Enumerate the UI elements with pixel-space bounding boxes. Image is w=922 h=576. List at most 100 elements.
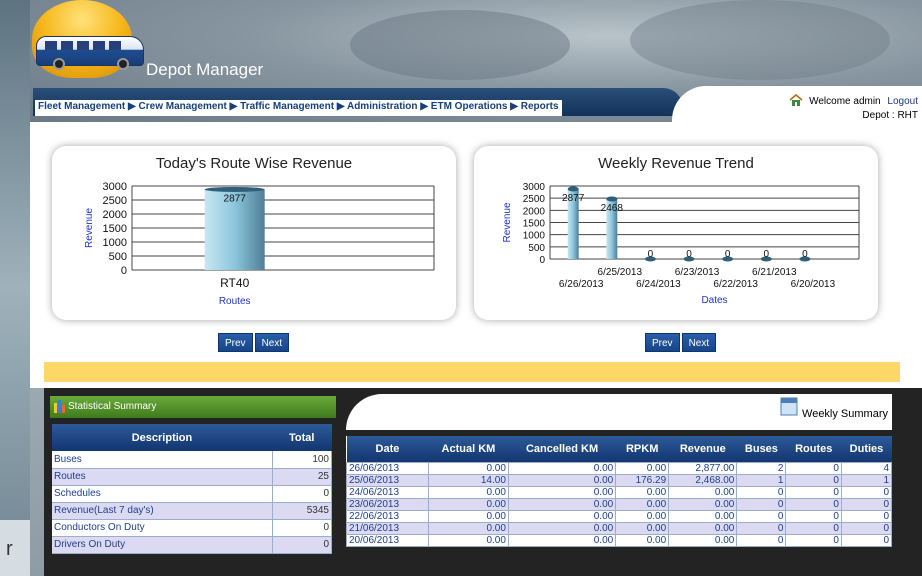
- nav-separator-icon: ▶: [510, 101, 518, 112]
- cell-date: 22/06/2013: [346, 509, 429, 523]
- bus-logo-icon: [36, 36, 144, 70]
- cell-routes: 0: [785, 521, 842, 535]
- prev-button[interactable]: Prev: [218, 333, 253, 352]
- data-label: 0: [802, 249, 808, 260]
- cell-routes: 0: [785, 461, 842, 475]
- spacer: [900, 362, 922, 382]
- nav-crew-management[interactable]: Crew Management: [139, 101, 227, 112]
- cell-date: 20/06/2013: [346, 533, 429, 547]
- highlight-bar: [44, 362, 900, 382]
- cell-rpkm: 0.00: [615, 497, 670, 511]
- table-row: Revenue(Last 7 day's) 5345: [52, 502, 332, 520]
- next-button[interactable]: Next: [254, 333, 290, 352]
- cell-routes: 0: [785, 509, 842, 523]
- chart-bar-cap: [204, 186, 265, 192]
- nav-separator-icon: ▶: [336, 101, 345, 112]
- y-tick-label: 0: [539, 255, 545, 266]
- column-header-actual-km: Actual KM: [428, 436, 509, 462]
- cell-cancelled-km: 0.00: [507, 485, 617, 499]
- weekly-summary-tab[interactable]: Weekly Summary: [346, 394, 892, 430]
- cell-cancelled-km: 0.00: [507, 497, 617, 511]
- y-tick-label: 1500: [523, 219, 546, 230]
- cell-routes: 0: [785, 497, 842, 511]
- cell-actual-km: 0.00: [427, 461, 509, 475]
- statistical-summary-table: Description Total Buses 100 Routes 25 Schedu…: [52, 424, 332, 554]
- row-description: Routes: [52, 468, 273, 486]
- x-tick-label: 6/26/2013: [559, 279, 604, 290]
- y-tick-label: 3000: [103, 181, 127, 193]
- main-nav: Fleet Management ▶ Crew Management ▶ Tra…: [35, 100, 562, 116]
- x-tick-label: 6/22/2013: [713, 279, 758, 290]
- next-button[interactable]: Next: [681, 333, 717, 352]
- column-header-buses: Buses: [736, 436, 786, 462]
- chart-title: Today's Route Wise Revenue: [156, 155, 352, 172]
- column-header-duties: Duties: [841, 436, 892, 462]
- home-icon[interactable]: [789, 94, 803, 106]
- weekly-trend-chart-card: Weekly Revenue Trend 0 500 1000 1500 2000 2500…: [474, 146, 878, 320]
- y-tick-label: 2000: [103, 209, 127, 221]
- weekly-summary-panel: Weekly Summary Date Actual KM Cancelled KM…: [340, 388, 922, 576]
- side-tab[interactable]: r: [0, 520, 30, 576]
- row-description: Buses: [52, 451, 273, 469]
- side-tab-glyph: r: [6, 538, 13, 560]
- nav-administration[interactable]: Administration: [347, 101, 418, 112]
- table-row: Conductors On Duty 0: [52, 519, 332, 537]
- x-axis-label: Dates: [701, 295, 727, 306]
- x-axis-label: Routes: [219, 296, 251, 307]
- y-tick-label: 2500: [523, 194, 546, 205]
- row-total: 0: [272, 485, 332, 503]
- cell-actual-km: 0.00: [427, 521, 509, 535]
- chart-bar-cap: [567, 186, 579, 192]
- cell-revenue: 0.00: [668, 533, 738, 547]
- cell-duties: 0: [840, 521, 893, 535]
- row-total: 0: [272, 536, 332, 554]
- cell-date: 26/06/2013: [346, 461, 429, 475]
- weekly-summary-table: Date Actual KM Cancelled KM RPKM Revenue Buse…: [346, 436, 893, 547]
- data-label: 2877: [224, 193, 247, 204]
- cell-rpkm: 0.00: [615, 461, 670, 475]
- cell-routes: 0: [785, 473, 842, 487]
- y-tick-label: 500: [528, 243, 545, 254]
- row-total: 100: [272, 451, 332, 469]
- x-tick-label: 6/23/2013: [675, 267, 720, 278]
- column-header-rpkm: RPKM: [615, 436, 669, 462]
- cell-rpkm: 0.00: [615, 485, 670, 499]
- cell-cancelled-km: 0.00: [507, 533, 617, 547]
- logout-link[interactable]: Logout: [887, 96, 918, 107]
- bar-chart-icon: [54, 400, 65, 413]
- cell-duties: 0: [840, 533, 893, 547]
- cell-revenue: 0.00: [668, 521, 738, 535]
- column-header-routes: Routes: [785, 436, 842, 462]
- route-revenue-chart-card: Today's Route Wise Revenue 0 500 1000 1500 20…: [52, 146, 456, 320]
- map-decoration: [350, 10, 570, 80]
- cell-revenue: 0.00: [668, 497, 738, 511]
- table-row: Schedules 0: [52, 485, 332, 503]
- calendar-icon: [780, 397, 798, 416]
- row-description: Drivers On Duty: [52, 536, 273, 554]
- cell-buses: 0: [736, 521, 787, 535]
- data-label: 2468: [601, 203, 624, 214]
- table-row: 25/06/2013 14.00 0.00 176.29 2,468.00 1 0 1: [346, 473, 893, 487]
- cell-buses: 1: [736, 473, 787, 487]
- nav-reports[interactable]: Reports: [521, 101, 559, 112]
- cell-duties: 0: [840, 497, 893, 511]
- cell-duties: 0: [840, 509, 893, 523]
- cell-cancelled-km: 0.00: [507, 509, 617, 523]
- prev-button[interactable]: Prev: [645, 333, 680, 352]
- table-row: Routes 25: [52, 468, 332, 486]
- nav-traffic-management[interactable]: Traffic Management: [240, 101, 334, 112]
- weekly-summary-title: Weekly Summary: [802, 408, 888, 420]
- nav-etm-operations[interactable]: ETM Operations: [431, 101, 508, 112]
- column-header-revenue: Revenue: [668, 436, 737, 462]
- chart-bar-cap: [606, 196, 618, 202]
- y-tick-label: 500: [109, 251, 127, 263]
- x-tick-label: 6/21/2013: [752, 267, 797, 278]
- table-row: Buses 100: [52, 451, 332, 469]
- spacer: [30, 362, 44, 382]
- cell-cancelled-km: 0.00: [507, 521, 617, 535]
- row-total: 25: [272, 468, 332, 486]
- cell-routes: 0: [785, 485, 842, 499]
- x-tick-label: RT40: [220, 276, 249, 290]
- cell-revenue: 0.00: [668, 509, 738, 523]
- nav-fleet-management[interactable]: Fleet Management: [38, 101, 125, 112]
